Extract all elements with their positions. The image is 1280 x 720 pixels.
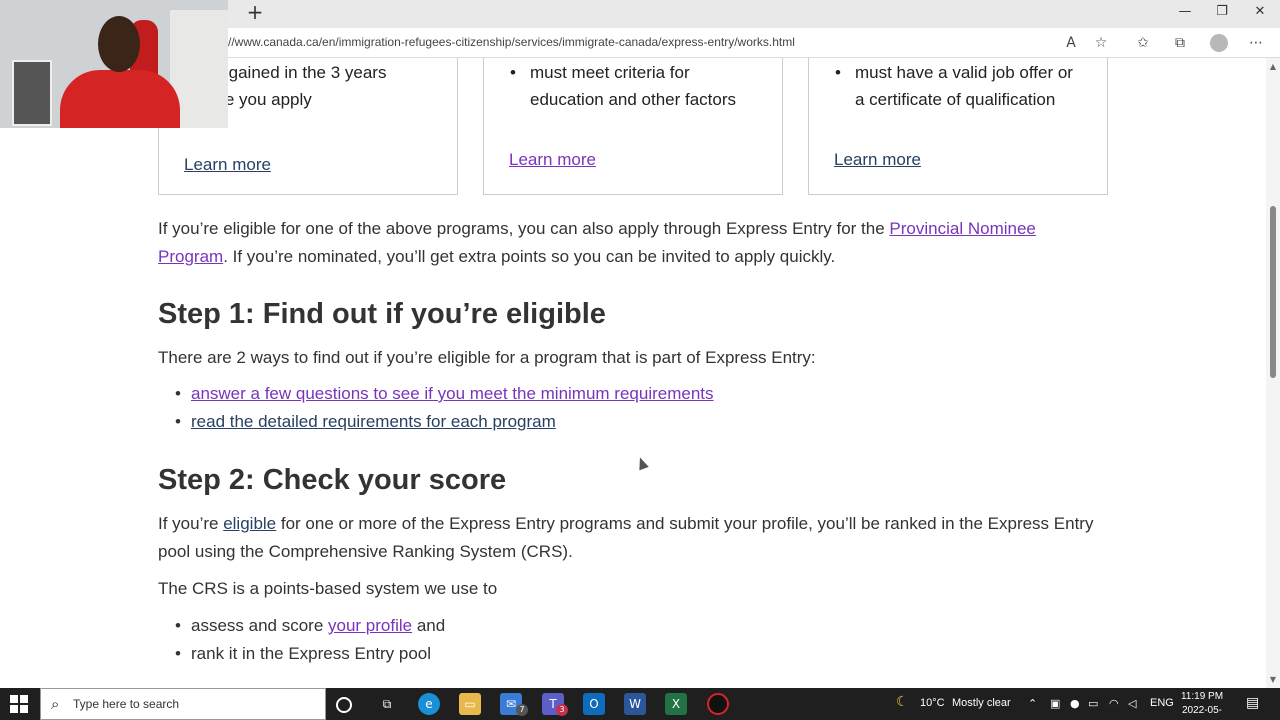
webcam-shelf bbox=[12, 60, 52, 126]
battery-icon[interactable]: ▭ bbox=[1088, 697, 1098, 710]
weather-desc[interactable]: Mostly clear bbox=[952, 697, 1011, 709]
taskbar-clock[interactable]: 11:19 PM 2022-05-30 bbox=[1178, 690, 1226, 720]
learn-more-link[interactable]: Learn more bbox=[184, 155, 271, 175]
crs-text: The CRS is a points-based system we use … bbox=[158, 579, 498, 598]
card-bullet: must have a valid job offer or a certifi… bbox=[835, 59, 1085, 113]
excel-icon[interactable]: X bbox=[665, 693, 687, 715]
taskbar-search-box[interactable]: ⌕ Type here to search bbox=[40, 688, 326, 720]
list-item: assess and score your profile and bbox=[175, 612, 445, 640]
wifi-icon[interactable]: ◠ bbox=[1109, 697, 1119, 710]
learn-more-link[interactable]: Learn more bbox=[509, 150, 596, 170]
webcam-person-body bbox=[60, 70, 180, 128]
eligible-link[interactable]: eligible bbox=[223, 514, 276, 533]
scrollbar-thumb[interactable] bbox=[1270, 206, 1276, 378]
file-explorer-icon[interactable]: ▭ bbox=[459, 693, 481, 715]
show-hidden-icons-icon[interactable]: ⌃ bbox=[1028, 697, 1037, 710]
more-menu-icon[interactable]: ⋯ bbox=[1245, 33, 1267, 53]
weather-temp[interactable]: 10°C bbox=[920, 697, 945, 709]
intro-paragraph: If you’re eligible for one of the above … bbox=[158, 219, 1036, 266]
webcam-overlay bbox=[0, 0, 228, 128]
task-view-icon[interactable]: ⧉ bbox=[376, 693, 398, 715]
mail-badge: 7 bbox=[516, 704, 528, 716]
language-indicator[interactable]: ENG bbox=[1150, 697, 1174, 709]
step2-paragraph: If you’re eligible for one or more of th… bbox=[158, 514, 1094, 561]
new-tab-button[interactable]: + bbox=[244, 2, 266, 24]
volume-icon[interactable]: ◁ bbox=[1128, 697, 1136, 710]
card-bullets: must meet criteria for education and oth… bbox=[510, 59, 760, 113]
detailed-requirements-link[interactable]: read the detailed requirements for each … bbox=[191, 412, 556, 431]
add-favorite-icon[interactable]: ☆ bbox=[1090, 33, 1112, 53]
program-card-3: must have a valid job offer or a certifi… bbox=[808, 58, 1108, 195]
step1-text: There are 2 ways to find out if you’re e… bbox=[158, 348, 816, 367]
webcam-person-head bbox=[98, 16, 140, 72]
step1-heading: Step 1: Find out if you’re eligible bbox=[158, 298, 606, 330]
list-item: read the detailed requirements for each … bbox=[175, 408, 714, 436]
scroll-down-icon[interactable]: ▼ bbox=[1268, 675, 1278, 684]
learn-more-link[interactable]: Learn more bbox=[834, 150, 921, 170]
card-bullets: must have a valid job offer or a certifi… bbox=[835, 59, 1085, 113]
read-aloud-icon[interactable]: A bbox=[1060, 33, 1082, 53]
address-bar[interactable]: //www.canada.ca/en/immigration-refugees-… bbox=[228, 35, 795, 49]
microphone-icon[interactable]: ● bbox=[1070, 697, 1080, 710]
windows-taskbar: ⌕ Type here to search ⧉ e ▭ ✉ 7 T 3 O W … bbox=[0, 688, 1280, 720]
word-icon[interactable]: W bbox=[624, 693, 646, 715]
vertical-scrollbar[interactable]: ▲ ▼ bbox=[1266, 58, 1280, 688]
recorder-icon[interactable] bbox=[707, 693, 729, 715]
favorites-icon[interactable]: ✩ bbox=[1132, 33, 1154, 53]
restore-button[interactable]: ❐ bbox=[1207, 4, 1237, 19]
clock-date: 2022-05-30 bbox=[1181, 705, 1223, 720]
scroll-up-icon[interactable]: ▲ bbox=[1268, 62, 1278, 71]
collections-icon[interactable]: ⧉ bbox=[1169, 33, 1191, 53]
minimize-button[interactable]: — bbox=[1170, 4, 1200, 19]
your-profile-link[interactable]: your profile bbox=[328, 616, 412, 635]
step2-heading: Step 2: Check your score bbox=[158, 464, 507, 496]
start-button[interactable] bbox=[10, 695, 28, 713]
minimum-requirements-link[interactable]: answer a few questions to see if you mee… bbox=[191, 384, 714, 403]
card-bullet: must meet criteria for education and oth… bbox=[510, 59, 760, 113]
cortana-icon[interactable] bbox=[336, 697, 352, 713]
page-content: en gained in the 3 years fore you apply … bbox=[0, 58, 1266, 688]
mouse-cursor-icon bbox=[635, 455, 649, 471]
clock-time: 11:19 PM bbox=[1180, 691, 1224, 702]
search-placeholder: Type here to search bbox=[73, 697, 180, 711]
program-card-2: must meet criteria for education and oth… bbox=[483, 58, 783, 195]
tray-app-icon[interactable]: ▣ bbox=[1050, 697, 1060, 710]
weather-moon-icon[interactable]: ☾ bbox=[896, 694, 909, 710]
step1-links: answer a few questions to see if you mee… bbox=[175, 380, 714, 436]
outlook-icon[interactable]: O bbox=[583, 693, 605, 715]
close-window-button[interactable]: ✕ bbox=[1245, 4, 1275, 19]
list-item: answer a few questions to see if you mee… bbox=[175, 380, 714, 408]
teams-badge: 3 bbox=[556, 704, 568, 716]
notifications-icon[interactable]: ▤ bbox=[1246, 695, 1259, 711]
search-icon: ⌕ bbox=[51, 695, 60, 713]
profile-avatar[interactable] bbox=[1210, 34, 1228, 52]
list-item: rank it in the Express Entry pool bbox=[175, 640, 445, 668]
crs-list: assess and score your profile and rank i… bbox=[175, 612, 445, 668]
edge-icon[interactable]: e bbox=[418, 693, 440, 715]
